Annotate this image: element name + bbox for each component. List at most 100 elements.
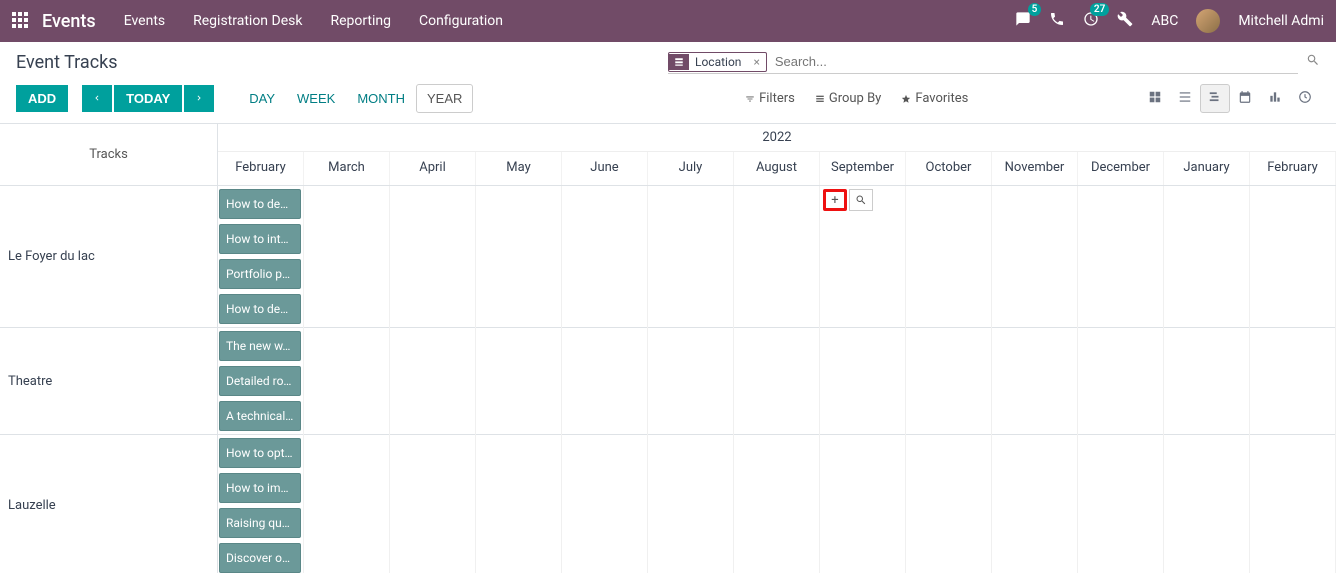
favorites-dropdown[interactable]: Favorites	[901, 91, 968, 106]
gantt-cell[interactable]: How to de… How to int… Portfolio p… How to …	[218, 186, 304, 328]
scale-week[interactable]: WEEK	[286, 84, 346, 113]
gantt-months-header: FebruaryMarchAprilMayJuneJulyAugustSepte…	[218, 152, 1336, 186]
top-nav: Events Events Registration Desk Reportin…	[0, 0, 1336, 42]
month-header: June	[562, 152, 648, 185]
gantt-pill[interactable]: The new w…	[219, 331, 301, 361]
gantt-pill[interactable]: Discover o…	[219, 543, 301, 573]
gantt-cell[interactable]	[734, 328, 820, 435]
company-switcher[interactable]: ABC	[1151, 13, 1178, 29]
gantt-cell[interactable]	[1164, 328, 1250, 435]
gantt-cell[interactable]	[820, 328, 906, 435]
scale-day[interactable]: DAY	[238, 84, 286, 113]
gantt-cell[interactable]	[992, 328, 1078, 435]
gantt-cell[interactable]: How to opt… How to im… Raising qu… Discover…	[218, 435, 304, 573]
today-button[interactable]: TODAY	[114, 85, 182, 112]
gantt-pill[interactable]: Raising qu…	[219, 508, 301, 538]
gantt-cell[interactable]	[734, 435, 820, 573]
gantt-cell[interactable]	[648, 435, 734, 573]
gantt-pill[interactable]: How to de…	[219, 294, 301, 324]
gantt-cell[interactable]	[304, 328, 390, 435]
phone-icon[interactable]	[1049, 11, 1065, 31]
gantt-cell[interactable]	[648, 328, 734, 435]
page-title: Event Tracks	[16, 52, 118, 73]
list-view-icon[interactable]	[1170, 84, 1200, 113]
gantt-cell[interactable]	[906, 186, 992, 328]
avatar[interactable]	[1196, 9, 1220, 33]
gantt-cell[interactable]	[476, 328, 562, 435]
gantt-cell[interactable]	[734, 186, 820, 328]
menu-registration-desk[interactable]: Registration Desk	[193, 13, 302, 29]
messaging-icon[interactable]: 5	[1015, 11, 1031, 31]
cell-zoom-icon[interactable]	[849, 189, 873, 211]
gantt-cell[interactable]	[562, 186, 648, 328]
gantt-pill[interactable]: Portfolio p…	[219, 259, 301, 289]
gantt-cell[interactable]	[1164, 435, 1250, 573]
gantt-pill[interactable]: How to int…	[219, 224, 301, 254]
gantt-pill[interactable]: How to opt…	[219, 438, 301, 468]
search-input[interactable]	[767, 50, 1298, 73]
gantt-row: The new w… Detailed ro… A technical…	[218, 328, 1336, 435]
gantt-cell[interactable]	[906, 328, 992, 435]
debug-icon[interactable]	[1117, 11, 1133, 31]
gantt-side-header: Tracks	[0, 124, 217, 186]
view-switcher	[1140, 84, 1320, 113]
groupby-dropdown[interactable]: Group By	[815, 91, 882, 106]
scale-month[interactable]: MONTH	[346, 84, 416, 113]
graph-view-icon[interactable]	[1260, 84, 1290, 113]
gantt-cell[interactable]	[1164, 186, 1250, 328]
search-bar[interactable]: Location ×	[668, 50, 1298, 74]
menu-configuration[interactable]: Configuration	[419, 13, 503, 29]
gantt-cell[interactable]	[390, 435, 476, 573]
gantt-pill[interactable]: Detailed ro…	[219, 366, 301, 396]
activities-icon[interactable]: 27	[1083, 11, 1099, 31]
gantt-year-label: 2022	[218, 124, 1336, 152]
gantt-view-icon[interactable]	[1200, 84, 1230, 113]
favorites-label: Favorites	[915, 91, 968, 106]
gantt-cell[interactable]: The new w… Detailed ro… A technical…	[218, 328, 304, 435]
gantt-cell[interactable]	[390, 328, 476, 435]
gantt-cell[interactable]	[992, 435, 1078, 573]
facet-remove-icon[interactable]: ×	[747, 53, 765, 71]
gantt-cell[interactable]: +	[820, 186, 906, 328]
search-facet-location: Location ×	[668, 52, 767, 72]
gantt-pill[interactable]: How to im…	[219, 473, 301, 503]
gantt-cell[interactable]	[476, 435, 562, 573]
menu-reporting[interactable]: Reporting	[330, 13, 391, 29]
month-header: March	[304, 152, 390, 185]
search-icon[interactable]	[1306, 53, 1320, 71]
gantt-cell[interactable]	[820, 435, 906, 573]
gantt-cell[interactable]	[1250, 186, 1336, 328]
gantt-cell[interactable]	[648, 186, 734, 328]
add-button[interactable]: ADD	[16, 85, 68, 112]
gantt-cell[interactable]	[1250, 435, 1336, 573]
activity-view-icon[interactable]	[1290, 84, 1320, 113]
gantt-cell[interactable]	[906, 435, 992, 573]
gantt-cell[interactable]	[1078, 435, 1164, 573]
filters-dropdown[interactable]: Filters	[745, 91, 795, 106]
kanban-view-icon[interactable]	[1140, 84, 1170, 113]
cell-add-icon[interactable]: +	[823, 189, 847, 211]
gantt-cell[interactable]	[562, 435, 648, 573]
prev-button[interactable]	[82, 85, 112, 112]
calendar-view-icon[interactable]	[1230, 84, 1260, 113]
gantt-cell[interactable]	[304, 186, 390, 328]
gantt-row-label: Lauzelle	[0, 435, 217, 573]
month-header: September	[820, 152, 906, 185]
month-header: July	[648, 152, 734, 185]
gantt-cell[interactable]	[1078, 328, 1164, 435]
scale-year[interactable]: YEAR	[416, 84, 473, 113]
username[interactable]: Mitchell Admi	[1238, 13, 1324, 29]
gantt-pill[interactable]: How to de…	[219, 189, 301, 219]
gantt-cell[interactable]	[992, 186, 1078, 328]
gantt-cell[interactable]	[304, 435, 390, 573]
filters-label: Filters	[759, 91, 795, 106]
apps-icon[interactable]	[12, 12, 30, 30]
gantt-cell[interactable]	[1250, 328, 1336, 435]
next-button[interactable]	[184, 85, 214, 112]
gantt-cell[interactable]	[476, 186, 562, 328]
gantt-pill[interactable]: A technical…	[219, 401, 301, 431]
menu-events[interactable]: Events	[124, 13, 165, 29]
gantt-cell[interactable]	[1078, 186, 1164, 328]
gantt-cell[interactable]	[562, 328, 648, 435]
gantt-cell[interactable]	[390, 186, 476, 328]
